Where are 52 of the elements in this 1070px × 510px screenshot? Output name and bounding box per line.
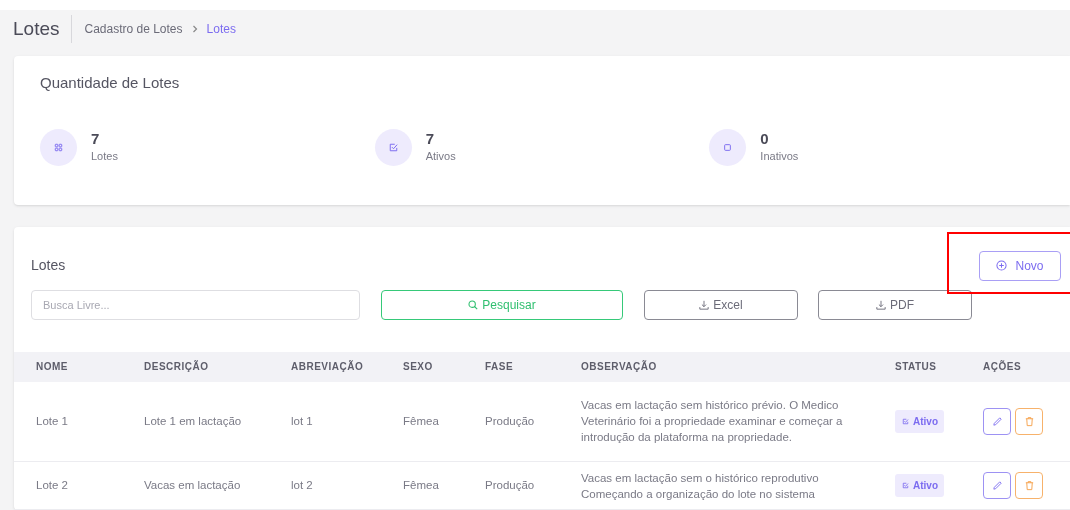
status-badge: Ativo xyxy=(895,474,944,497)
delete-button[interactable] xyxy=(1015,407,1043,435)
card-title: Quantidade de Lotes xyxy=(40,73,181,94)
stat-value: 0 xyxy=(760,130,770,149)
trash-icon xyxy=(1023,415,1035,427)
edit-button[interactable] xyxy=(983,407,1011,435)
stat-value: 7 xyxy=(91,130,101,149)
table-cell: Lote 1 xyxy=(14,381,144,462)
page-title: Lotes xyxy=(13,14,73,44)
breadcrumb-link[interactable]: Cadastro de Lotes xyxy=(84,20,183,39)
table-cell: Produção xyxy=(485,461,581,510)
checkbox-icon xyxy=(901,416,910,426)
stat-value: 7 xyxy=(425,130,435,149)
table-cell: Lote 1 em lactação xyxy=(144,381,291,462)
column-header: SEXO xyxy=(403,351,485,382)
table-cell: lot 2 xyxy=(291,461,403,510)
card-title: Lotes xyxy=(31,256,66,275)
stat-label: Inativos xyxy=(760,149,799,165)
search-icon xyxy=(468,299,479,310)
plus-circle-icon xyxy=(996,260,1008,271)
column-header: NOME xyxy=(14,351,144,382)
column-header: DESCRIÇÃO xyxy=(144,351,291,382)
download-icon xyxy=(699,299,710,310)
pencil-icon xyxy=(991,480,1003,491)
export-button[interactable]: Excel xyxy=(644,289,798,320)
column-header: AÇÕES xyxy=(983,351,1070,382)
table-cell: Fêmea xyxy=(403,461,485,510)
stat-label: Ativos xyxy=(425,149,456,165)
table-cell: Vacas em lactação sem o histórico reprodutivo Começando a organização do lote no sistema xyxy=(581,461,895,510)
column-header: FASE xyxy=(485,351,581,382)
edit-button[interactable] xyxy=(983,472,1011,499)
table-cell: Vacas em lactação sem histórico prévio. O Medico Veterinário foi a propriedade examinar e começar a introdução da plataforma na propriedade. xyxy=(581,381,895,462)
status-badge: Ativo xyxy=(895,409,944,433)
download-icon xyxy=(876,299,886,310)
column-header: ABREVIAÇÃO xyxy=(291,351,403,382)
table-cell: Lote 2 xyxy=(14,461,144,510)
checkbox-icon xyxy=(901,481,910,490)
table-cell: Produção xyxy=(485,381,581,462)
pencil-icon xyxy=(991,415,1003,427)
table-cell: Vacas em lactação xyxy=(144,461,291,510)
breadcrumb-link[interactable]: Lotes xyxy=(206,20,236,39)
trash-icon xyxy=(1023,480,1035,491)
table-cell: Fêmea xyxy=(403,381,485,462)
column-header: STATUS xyxy=(895,351,983,382)
delete-button[interactable] xyxy=(1015,472,1043,499)
export-button[interactable]: PDF xyxy=(818,289,972,320)
column-header: OBSERVAÇÃO xyxy=(581,351,895,382)
table-cell: lot 1 xyxy=(291,381,403,462)
search-field[interactable]: Busca Livre... xyxy=(31,289,360,320)
stat-label: Lotes xyxy=(91,149,118,165)
new-button[interactable]: Novo xyxy=(979,250,1061,281)
chevron-icon xyxy=(190,25,199,34)
